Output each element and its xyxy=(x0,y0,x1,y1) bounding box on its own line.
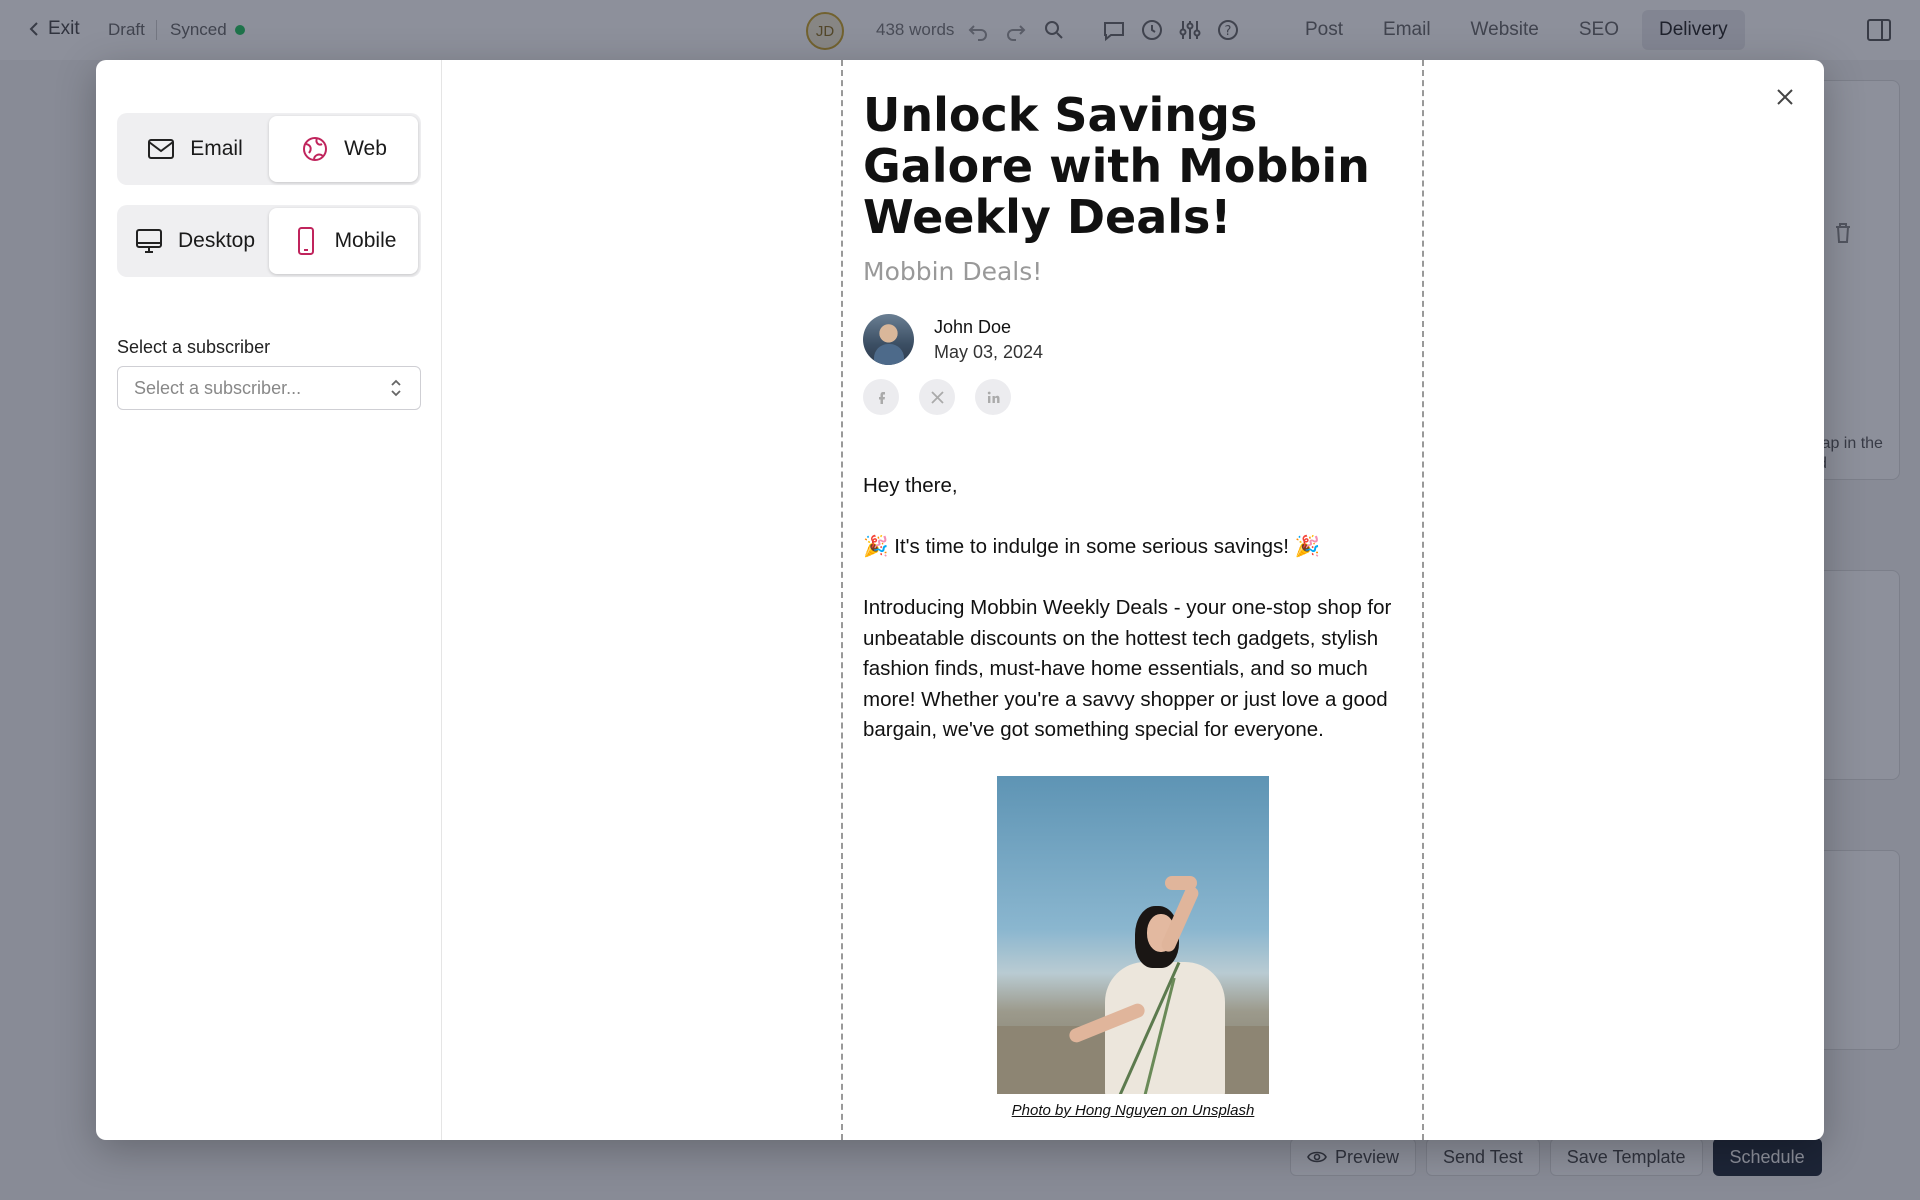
subscriber-select[interactable]: Select a subscriber... xyxy=(117,366,421,410)
author-avatar xyxy=(863,314,914,365)
subscriber-placeholder: Select a subscriber... xyxy=(134,377,302,398)
email-content: Unlock Savings Galore with Mobbin Weekly… xyxy=(863,90,1403,1119)
chevron-up-down-icon xyxy=(391,379,401,397)
linkedin-icon[interactable] xyxy=(975,379,1011,415)
email-channel-button[interactable]: Email xyxy=(120,116,269,182)
author-name: John Doe xyxy=(934,316,1012,337)
post-date: May 03, 2024 xyxy=(934,341,1044,362)
preview-modal: Email Web Desktop Mobile Select a subscr… xyxy=(96,60,1824,1140)
body-paragraph: Introducing Mobbin Weekly Deals - your o… xyxy=(863,596,1392,741)
social-share xyxy=(863,379,1403,415)
mobile-icon xyxy=(297,227,314,255)
email-preview-frame: Unlock Savings Galore with Mobbin Weekly… xyxy=(841,60,1424,1140)
device-toggle: Desktop Mobile xyxy=(117,205,421,277)
featured-photo xyxy=(997,776,1269,1094)
author-info: John Doe May 03, 2024 xyxy=(934,315,1043,365)
globe-icon xyxy=(303,137,328,161)
photo-figure xyxy=(1165,876,1197,890)
email-title: Unlock Savings Galore with Mobbin Weekly… xyxy=(863,88,1370,244)
intro-line: 🎉 It's time to indulge in some serious s… xyxy=(863,535,1321,558)
preview-options-panel: Email Web Desktop Mobile Select a subscr… xyxy=(96,60,442,1140)
greeting: Hey there, xyxy=(863,474,958,497)
web-channel-button[interactable]: Web xyxy=(269,116,418,182)
photo-figure xyxy=(1105,962,1225,1094)
email-subtitle: Mobbin Deals! xyxy=(863,257,1043,286)
desktop-device-label: Desktop xyxy=(177,229,256,252)
channel-toggle: Email Web xyxy=(117,113,421,185)
mail-icon xyxy=(148,139,175,159)
mobile-device-button[interactable]: Mobile xyxy=(269,208,418,274)
email-body: Hey there, 🎉 It's time to indulge in som… xyxy=(863,471,1403,746)
email-channel-label: Email xyxy=(190,137,243,160)
mobile-device-label: Mobile xyxy=(334,229,397,252)
author-block: John Doe May 03, 2024 xyxy=(863,314,1403,365)
photo-caption-link[interactable]: Photo by Hong Nguyen on Unsplash xyxy=(863,1102,1403,1119)
web-channel-label: Web xyxy=(344,137,387,160)
x-icon[interactable] xyxy=(919,379,955,415)
desktop-device-button[interactable]: Desktop xyxy=(120,208,269,274)
desktop-icon xyxy=(135,229,162,253)
subscriber-label: Select a subscriber xyxy=(117,337,271,357)
facebook-icon[interactable] xyxy=(863,379,899,415)
close-icon[interactable] xyxy=(1772,84,1798,110)
